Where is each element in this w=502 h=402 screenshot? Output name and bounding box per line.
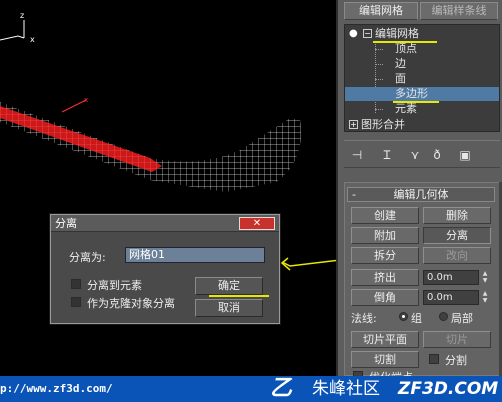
- rollout-collapse-icon: -: [352, 188, 356, 201]
- stack-item-face[interactable]: 面: [395, 72, 406, 86]
- extrude-amount-field[interactable]: 0.0m: [423, 270, 479, 285]
- detach-to-element-label: 分离到元素: [87, 279, 142, 292]
- command-panel: 编辑网格 编辑样条线 ● − 编辑网格 顶点 边 面 多边形 元素 + 图形合并…: [336, 0, 502, 384]
- turn-button[interactable]: 改向: [423, 247, 491, 264]
- watermark-community: 朱峰社区: [312, 379, 380, 399]
- highlight-underline: [373, 41, 437, 43]
- detach-to-element-checkbox[interactable]: [71, 279, 81, 289]
- normal-group-label: 组: [411, 312, 422, 325]
- chamfer-spinner-icon[interactable]: ▲ ▼: [481, 290, 489, 305]
- edit-geometry-rollout: - 编辑几何体 创建 删除 附加 分离 拆分 改向 挤出 0.0m ▲ ▼ 倒角 0…: [344, 182, 500, 384]
- watermark-logo: 乙: [270, 376, 293, 401]
- rollout-title-label: 编辑几何体: [393, 188, 449, 201]
- slice-plane-button[interactable]: 切片平面: [351, 331, 419, 348]
- stack-item-edge[interactable]: 边: [395, 57, 406, 71]
- watermark-bar: p://www.zf3d.com/ 乙 朱峰社区 ZF3D.COM: [0, 376, 502, 402]
- tree-branch: [375, 64, 383, 65]
- slice-button[interactable]: 切片: [423, 331, 491, 348]
- detach-name-input[interactable]: 网格01: [125, 247, 265, 263]
- create-button[interactable]: 创建: [351, 207, 419, 224]
- svg-text:x: x: [84, 96, 88, 104]
- highlight-underline: [393, 101, 439, 103]
- watermark-site: ZF3D.COM: [398, 379, 499, 399]
- detach-as-label: 分离为:: [69, 251, 106, 264]
- ok-button[interactable]: 确定: [195, 277, 263, 295]
- split-checkbox[interactable]: [429, 354, 439, 364]
- tree-line: [375, 41, 376, 113]
- highlight-underline: [209, 295, 269, 297]
- normal-label: 法线:: [351, 312, 377, 325]
- break-button[interactable]: 拆分: [351, 247, 419, 264]
- split-label: 分割: [445, 354, 467, 367]
- tree-branch: [375, 109, 383, 110]
- cancel-button[interactable]: 取消: [195, 299, 263, 317]
- svg-text:z: z: [20, 11, 24, 20]
- dialog-title: 分离: [55, 217, 77, 230]
- collapse-icon[interactable]: −: [363, 29, 372, 38]
- close-button[interactable]: ✕: [239, 217, 275, 230]
- cut-button[interactable]: 切割: [351, 351, 419, 368]
- stack-item-element[interactable]: 元素: [395, 102, 417, 116]
- attach-button[interactable]: 附加: [351, 227, 419, 244]
- delete-button[interactable]: 删除: [423, 207, 491, 224]
- normal-local-radio[interactable]: [439, 312, 448, 321]
- configure-sets-icon[interactable]: ▣: [456, 147, 474, 163]
- lightbulb-icon[interactable]: ●: [349, 28, 358, 39]
- stack-item-vertex[interactable]: 顶点: [395, 42, 417, 56]
- pin-stack-icon[interactable]: ⊣: [348, 147, 366, 163]
- stack-item-shape-merge[interactable]: 图形合并: [361, 118, 405, 132]
- tree-branch: [375, 49, 383, 50]
- tab-edit-mesh[interactable]: 编辑网格: [344, 2, 418, 20]
- chamfer-amount-field[interactable]: 0.0m: [423, 290, 479, 305]
- rollout-title[interactable]: - 编辑几何体: [347, 187, 495, 202]
- watermark-url: p://www.zf3d.com/: [0, 382, 113, 395]
- show-end-result-icon[interactable]: Ɪ: [378, 147, 396, 163]
- svg-text:x: x: [30, 35, 35, 44]
- make-unique-icon[interactable]: ⋎: [406, 147, 424, 163]
- chamfer-button[interactable]: 倒角: [351, 289, 419, 306]
- detach-as-clone-checkbox[interactable]: [71, 297, 81, 307]
- extrude-button[interactable]: 挤出: [351, 269, 419, 286]
- modifier-stack[interactable]: ● − 编辑网格 顶点 边 面 多边形 元素 + 图形合并: [344, 24, 500, 132]
- expand-icon[interactable]: +: [349, 120, 358, 129]
- stack-toolbar: ⊣ Ɪ ⋎ ð ▣: [344, 140, 500, 168]
- tree-branch: [375, 79, 383, 80]
- detach-as-clone-label: 作为克隆对象分离: [87, 297, 175, 310]
- normal-group-radio[interactable]: [399, 312, 408, 321]
- detach-dialog: 分离 ✕ 分离为: 网格01 分离到元素 作为克隆对象分离 确定 取消: [50, 214, 280, 324]
- normal-local-label: 局部: [451, 312, 473, 325]
- tab-edit-spline[interactable]: 编辑样条线: [420, 2, 498, 20]
- stack-item-polygon-label: 多边形: [395, 87, 428, 100]
- extrude-spinner-icon[interactable]: ▲ ▼: [481, 270, 489, 285]
- stack-item-edit-mesh[interactable]: 编辑网格: [375, 27, 419, 41]
- close-icon: ✕: [252, 218, 262, 229]
- remove-modifier-icon[interactable]: ð: [428, 147, 446, 163]
- detach-button[interactable]: 分离: [423, 227, 491, 244]
- stack-item-polygon[interactable]: 多边形: [345, 87, 499, 101]
